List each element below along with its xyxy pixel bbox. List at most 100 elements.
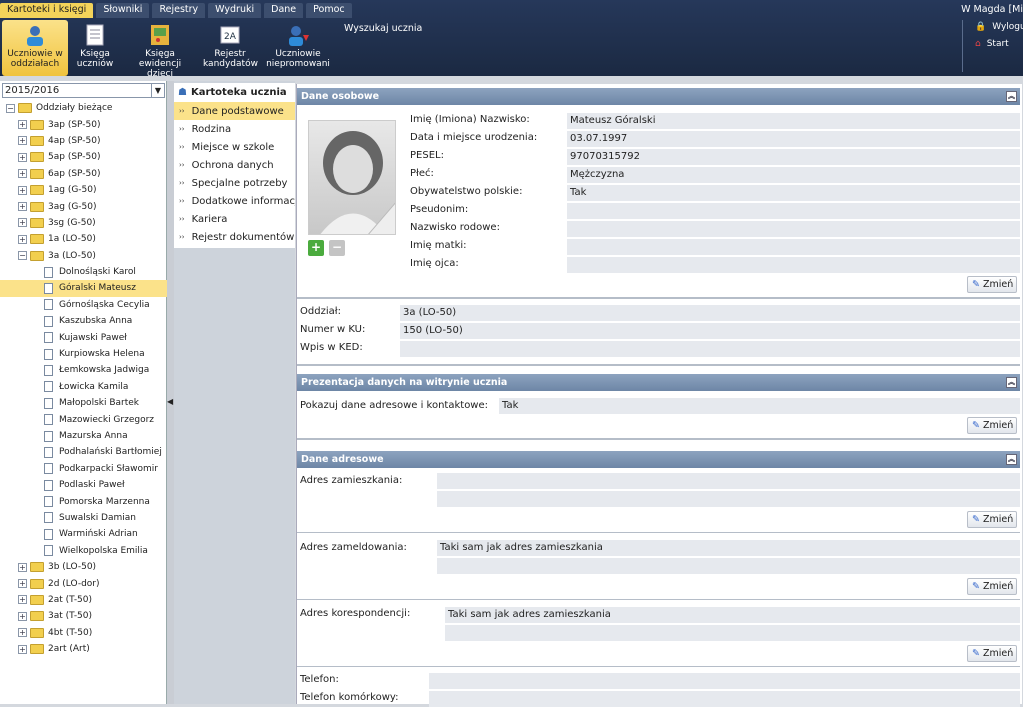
search-student-link[interactable]: Wyszukaj ucznia (344, 23, 422, 34)
section-adresowe[interactable]: Dane adresowe ︽ (297, 451, 1020, 468)
tree-student[interactable]: Dolnośląski Karol (0, 264, 167, 280)
tree-class[interactable]: +3sg (G-50) (0, 215, 167, 231)
expand-icon[interactable]: + (18, 579, 27, 589)
school-year-select[interactable]: 2015/2016 ▼ (2, 83, 165, 98)
nav-item[interactable]: ›› Miejsce w szkole (174, 138, 295, 156)
edit-personal-button[interactable]: ✎ Zmień (967, 276, 1017, 293)
tree-class[interactable]: +1ag (G-50) (0, 182, 167, 198)
tree-class[interactable]: +1a (LO-50) (0, 231, 167, 247)
tree-student[interactable]: Warmiński Adrian (0, 526, 167, 542)
tree-class[interactable]: +3b (LO-50) (0, 559, 167, 575)
tree-student[interactable]: Łemkowska Jadwiga (0, 362, 167, 378)
expand-icon[interactable]: + (18, 202, 27, 212)
edit-label: Zmień (982, 648, 1014, 659)
toolbar-uczniowie-w-oddzialach[interactable]: Uczniowie w oddziałach (2, 20, 68, 76)
nav-item[interactable]: ›› Rejestr dokumentów (174, 228, 295, 246)
pencil-icon: ✎ (972, 420, 980, 431)
toolbar-rejestr-kandydatow[interactable]: 2A Rejestr kandydatów (203, 20, 258, 76)
expand-icon[interactable]: + (18, 234, 27, 244)
logout-button[interactable]: 🔒 Wylogu (975, 22, 1023, 32)
tree-student[interactable]: Wielkopolska Emilia (0, 543, 167, 559)
tree-student[interactable]: Małopolski Bartek (0, 395, 167, 411)
menu-rejestry[interactable]: Rejestry (152, 3, 206, 18)
toolbar-uczniowie-niepromowani[interactable]: Uczniowie niepromowani (266, 20, 330, 76)
tree-class[interactable]: +5ap (SP-50) (0, 149, 167, 165)
tree-root[interactable]: − Oddziały bieżące (0, 100, 167, 116)
tree-student[interactable]: Podhalański Bartłomiej (0, 444, 167, 460)
expand-icon[interactable]: + (18, 185, 27, 195)
folder-icon (30, 562, 44, 573)
expand-icon[interactable]: + (18, 218, 27, 228)
expand-icon[interactable]: + (18, 611, 27, 621)
edit-residence-button[interactable]: ✎ Zmień (967, 511, 1017, 528)
tree-class-open[interactable]: − 3a (LO-50) (0, 248, 167, 264)
tree-student[interactable]: Góralski Mateusz (0, 280, 167, 297)
tree-student[interactable]: Suwalski Damian (0, 510, 167, 526)
expand-icon[interactable]: + (18, 562, 27, 572)
tree-class[interactable]: +3ap (SP-50) (0, 116, 167, 132)
edit-registered-button[interactable]: ✎ Zmień (967, 578, 1017, 595)
tree-student[interactable]: Mazurska Anna (0, 428, 167, 444)
user-label[interactable]: W Magda [Mi (961, 4, 1023, 15)
nav-item[interactable]: ›› Kariera (174, 210, 295, 228)
section-dane-osobowe[interactable]: Dane osobowe ︽ (297, 88, 1020, 105)
personal-field-value: 03.07.1997 (567, 131, 1020, 147)
collapse-tree-icon[interactable]: − (6, 103, 15, 113)
tree-class[interactable]: +4bt (T-50) (0, 625, 167, 641)
expand-icon[interactable]: + (18, 120, 27, 130)
class-tree-panel: 2015/2016 ▼ − Oddziały bieżące +3ap (SP-50… (0, 81, 167, 704)
expand-icon[interactable]: + (18, 595, 27, 605)
collapse-icon[interactable]: ︽ (1006, 454, 1017, 465)
tree-student[interactable]: Kujawski Paweł (0, 329, 167, 345)
expand-icon[interactable]: + (18, 628, 27, 638)
add-photo-button[interactable]: + (308, 240, 324, 256)
expand-icon[interactable]: + (18, 644, 27, 654)
tree-class[interactable]: +4ap (SP-50) (0, 133, 167, 149)
panel-splitter[interactable]: ◀ (167, 81, 174, 704)
tree-class[interactable]: +2art (Art) (0, 641, 167, 657)
chevron-down-icon[interactable]: ▼ (151, 84, 164, 97)
expand-icon[interactable]: + (18, 169, 27, 179)
collapse-icon[interactable]: ︽ (1006, 91, 1017, 102)
tree-class[interactable]: +3at (T-50) (0, 608, 167, 624)
section-prezentacja[interactable]: Prezentacja danych na witrynie ucznia ︽ (297, 374, 1020, 391)
tree-student[interactable]: Podlaski Paweł (0, 477, 167, 493)
menu-pomoc[interactable]: Pomoc (306, 3, 352, 18)
menu-slowniki[interactable]: Słowniki (96, 3, 150, 18)
tree-item-label: Oddziały bieżące (36, 103, 113, 114)
tree-item-label: Podlaski Paweł (59, 480, 125, 491)
tree-student[interactable]: Pomorska Marzenna (0, 493, 167, 509)
toolbar-label: Rejestr kandydatów (203, 49, 258, 69)
tree-student[interactable]: Kurpiowska Helena (0, 346, 167, 362)
nav-item[interactable]: ›› Ochrona danych (174, 156, 295, 174)
nav-item[interactable]: ›› Dane podstawowe (174, 102, 295, 120)
menu-wydruki[interactable]: Wydruki (208, 3, 262, 18)
menu-dane[interactable]: Dane (264, 3, 304, 18)
tree-student[interactable]: Kaszubska Anna (0, 313, 167, 329)
expand-icon[interactable]: + (18, 136, 27, 146)
edit-correspondence-button[interactable]: ✎ Zmień (967, 645, 1017, 662)
expand-icon[interactable]: + (18, 152, 27, 162)
tree-student[interactable]: Mazowiecki Grzegorz (0, 411, 167, 427)
remove-photo-button[interactable]: − (329, 240, 345, 256)
edit-presentation-button[interactable]: ✎ Zmień (967, 417, 1017, 434)
nav-item[interactable]: ›› Dodatkowe informacje (174, 192, 295, 210)
tree-class[interactable]: +3ag (G-50) (0, 198, 167, 214)
tree-item-label: 3ag (G-50) (48, 201, 97, 212)
collapse-arrow-icon[interactable]: ◀ (167, 397, 173, 406)
tree-student[interactable]: Górnośląska Cecylia (0, 297, 167, 313)
toolbar-ksiega-ewidencji[interactable]: Księga ewidencji dzieci (126, 20, 194, 79)
tree-student[interactable]: Podkarpacki Sławomir (0, 461, 167, 477)
nav-item[interactable]: ›› Specjalne potrzeby (174, 174, 295, 192)
tree-class[interactable]: +2at (T-50) (0, 592, 167, 608)
tree-item-label: Wielkopolska Emilia (59, 545, 148, 556)
tree-student[interactable]: Łowicka Kamila (0, 379, 167, 395)
menu-kartoteki[interactable]: Kartoteki i księgi (0, 3, 94, 18)
start-button[interactable]: ⌂ Start (975, 39, 1009, 49)
collapse-icon[interactable]: ︽ (1006, 377, 1017, 388)
tree-class[interactable]: +6ap (SP-50) (0, 166, 167, 182)
collapse-tree-icon[interactable]: − (18, 251, 27, 261)
tree-class[interactable]: +2d (LO-dor) (0, 575, 167, 591)
nav-item[interactable]: ›› Rodzina (174, 120, 295, 138)
toolbar-ksiega-uczniow[interactable]: Księga uczniów (72, 20, 118, 76)
